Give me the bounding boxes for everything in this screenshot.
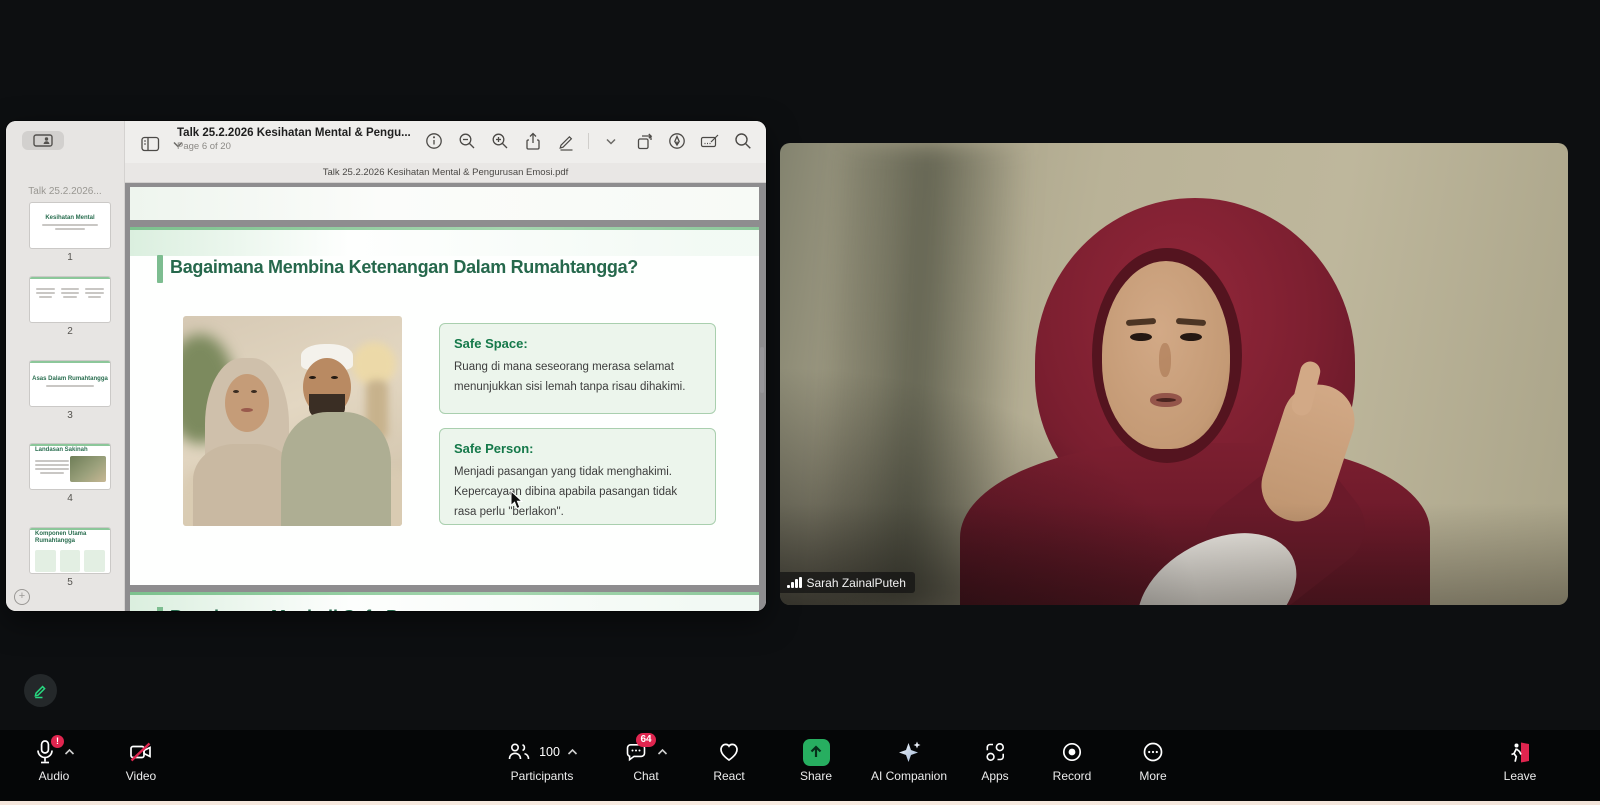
ai-companion-button[interactable]: AI Companion bbox=[856, 736, 962, 783]
zoom-meeting-window: Talk 25.2.2026... Kesihatan Mental 1 bbox=[0, 0, 1600, 805]
annotate-button[interactable] bbox=[24, 674, 57, 707]
rotate-icon[interactable] bbox=[633, 129, 655, 153]
participants-options-chevron-icon[interactable] bbox=[567, 748, 578, 756]
pdf-thumbnail-sidebar: Talk 25.2.2026... Kesihatan Mental 1 bbox=[6, 121, 125, 611]
slide-title-accent-bar bbox=[157, 255, 163, 283]
add-page-button[interactable]: + bbox=[14, 589, 30, 605]
thumbnail-page-number: 2 bbox=[30, 326, 110, 337]
thumbnail-page-number: 1 bbox=[30, 252, 110, 263]
previous-page-fragment bbox=[130, 187, 759, 220]
thumbnail-page-number: 3 bbox=[30, 410, 110, 421]
thumbnail-page-1[interactable]: Kesihatan Mental 1 bbox=[30, 203, 110, 263]
screen-share-indicator-button[interactable] bbox=[22, 131, 64, 150]
next-slide-partial-heading: Bagaimana Menjadi Safe Pe bbox=[170, 607, 408, 611]
safe-space-heading: Safe Space: bbox=[454, 336, 701, 351]
thumbnail-page-2[interactable]: 2 bbox=[30, 277, 110, 337]
heart-icon bbox=[716, 740, 742, 764]
safe-person-body: Menjadi pasangan yang tidak menghakimi. … bbox=[454, 462, 700, 522]
ai-companion-sparkle-icon bbox=[896, 739, 923, 766]
thumbnail-page-number: 5 bbox=[30, 577, 110, 588]
markup-chevron-icon[interactable] bbox=[600, 129, 622, 153]
markup-pencil-icon[interactable] bbox=[555, 129, 577, 153]
safe-person-heading: Safe Person: bbox=[454, 441, 701, 456]
page-indicator: Page 6 of 20 bbox=[177, 141, 457, 152]
bottom-edge-line bbox=[0, 801, 1600, 805]
toolbar-divider bbox=[588, 133, 589, 149]
thumbnail-page-3[interactable]: Asas Dalam Rumahtangga 3 bbox=[30, 361, 110, 421]
video-button[interactable]: Video bbox=[108, 736, 174, 783]
pdf-toolbar: Talk 25.2.2026 Kesihatan Mental & Pengu.… bbox=[125, 121, 766, 163]
info-icon[interactable] bbox=[423, 129, 445, 153]
safe-space-box: Safe Space: Ruang di mana seseorang mera… bbox=[439, 323, 716, 414]
meeting-control-toolbar: ! Audio Video bbox=[0, 730, 1600, 801]
participants-icon bbox=[506, 740, 532, 764]
pdf-viewer-window: Talk 25.2.2026... Kesihatan Mental 1 bbox=[6, 121, 766, 611]
share-screen-icon bbox=[803, 739, 830, 766]
filename-bar: Talk 25.2.2026 Kesihatan Mental & Pengur… bbox=[125, 163, 766, 183]
pdf-scrollbar-thumb[interactable] bbox=[760, 347, 764, 393]
pdf-document-area: Bagaimana Membina Ketenangan Dalam Rumah… bbox=[125, 183, 766, 611]
sign-pen-icon[interactable] bbox=[666, 129, 688, 153]
next-page-fragment: Bagaimana Menjadi Safe Pe bbox=[130, 592, 759, 611]
sidebar-deck-title: Talk 25.2.2026... bbox=[6, 186, 124, 197]
chat-options-chevron-icon[interactable] bbox=[657, 748, 668, 756]
participants-button[interactable]: 100 Participants bbox=[487, 736, 597, 783]
audio-alert-badge: ! bbox=[51, 735, 64, 748]
speaker-video-tile: Sarah ZainalPuteh bbox=[780, 143, 1568, 605]
audio-options-chevron-icon[interactable] bbox=[64, 748, 75, 756]
participants-count: 100 bbox=[539, 745, 560, 759]
chat-unread-badge: 64 bbox=[636, 733, 656, 747]
record-button[interactable]: Record bbox=[1032, 736, 1112, 783]
zoom-out-icon[interactable] bbox=[456, 129, 478, 153]
speaker-name-tag: Sarah ZainalPuteh bbox=[780, 572, 915, 593]
share-export-icon[interactable] bbox=[522, 129, 544, 153]
thumbnail-page-number: 4 bbox=[30, 493, 110, 504]
slide-title: Bagaimana Membina Ketenangan Dalam Rumah… bbox=[170, 257, 745, 278]
audio-button[interactable]: ! Audio bbox=[16, 736, 92, 783]
form-fill-icon[interactable] bbox=[699, 129, 721, 153]
speaker-name: Sarah ZainalPuteh bbox=[807, 576, 906, 590]
thumbnail-page-5[interactable]: Komponen Utama Rumahtangga 5 bbox=[30, 528, 110, 588]
react-button[interactable]: React bbox=[689, 736, 769, 783]
safe-space-body: Ruang di mana seseorang merasa selamat m… bbox=[454, 357, 700, 397]
thumbnail-page-4[interactable]: Landasan Sakinah 4 bbox=[30, 444, 110, 504]
screen-person-icon bbox=[33, 134, 53, 147]
pdf-main-pane: Talk 25.2.2026 Kesihatan Mental & Pengu.… bbox=[125, 121, 766, 611]
leave-button[interactable]: Leave bbox=[1480, 736, 1560, 783]
couple-photo bbox=[183, 316, 402, 526]
share-button[interactable]: Share bbox=[776, 736, 856, 783]
record-icon bbox=[1060, 740, 1084, 764]
document-title: Talk 25.2.2026 Kesihatan Mental & Pengu.… bbox=[177, 127, 457, 139]
apps-button[interactable]: Apps bbox=[955, 736, 1035, 783]
more-ellipsis-icon bbox=[1141, 740, 1165, 764]
camera-off-icon bbox=[128, 740, 154, 764]
search-icon[interactable] bbox=[732, 129, 754, 153]
green-pencil-icon bbox=[32, 682, 49, 699]
current-slide-page: Bagaimana Membina Ketenangan Dalam Rumah… bbox=[130, 227, 759, 585]
leave-door-icon bbox=[1507, 740, 1533, 765]
apps-icon bbox=[983, 740, 1008, 764]
view-mode-icon[interactable] bbox=[139, 132, 161, 156]
chat-button[interactable]: 64 Chat bbox=[606, 736, 686, 783]
audio-level-icon bbox=[787, 577, 802, 588]
more-button[interactable]: More bbox=[1113, 736, 1193, 783]
mouse-cursor bbox=[510, 490, 524, 510]
safe-person-box: Safe Person: Menjadi pasangan yang tidak… bbox=[439, 428, 716, 525]
zoom-in-icon[interactable] bbox=[489, 129, 511, 153]
